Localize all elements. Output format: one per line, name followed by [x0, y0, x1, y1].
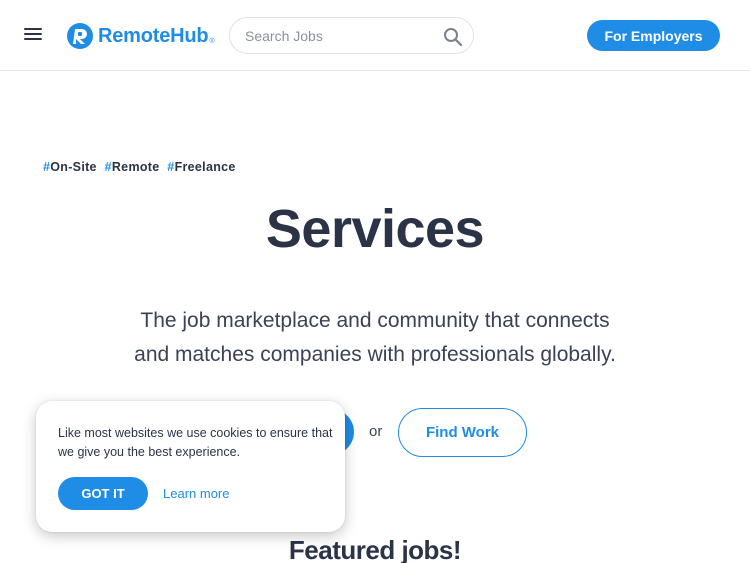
got-it-button[interactable]: GOT IT	[58, 477, 148, 510]
search-icon[interactable]	[443, 27, 463, 47]
cookie-message: Like most websites we use cookies to ens…	[58, 426, 333, 459]
cookie-consent-popup: Like most websites we use cookies to ens…	[36, 401, 345, 532]
hero-subtitle-line: and matches companies with professionals…	[134, 343, 616, 366]
hamburger-menu-icon[interactable]	[22, 25, 46, 45]
featured-jobs-heading: Featured jobs!	[288, 535, 462, 563]
tag-label: Freelance	[174, 160, 236, 174]
job-search-box	[229, 17, 474, 54]
tag-remote[interactable]: #Remote	[105, 160, 160, 174]
top-navigation-bar: RemoteHub ® For Employers	[0, 0, 750, 71]
tag-hash: #	[167, 160, 175, 174]
hero-subtitle: The job marketplace and community that c…	[100, 304, 650, 372]
for-employers-button[interactable]: For Employers	[587, 20, 720, 51]
page-title: Services	[265, 199, 485, 259]
brand-name: RemoteHub	[98, 24, 209, 47]
learn-more-link[interactable]: Learn more	[163, 486, 229, 501]
brand-registered-mark: ®	[209, 37, 215, 45]
search-input[interactable]	[245, 27, 435, 45]
or-separator: or	[369, 423, 383, 440]
hero-subtitle-line: The job marketplace and community that c…	[140, 309, 610, 332]
find-work-button[interactable]: Find Work	[398, 408, 527, 457]
tag-label: On-Site	[50, 160, 97, 174]
tag-freelance[interactable]: #Freelance	[167, 160, 235, 174]
remotehub-logo-icon	[67, 23, 93, 49]
brand-logo[interactable]: RemoteHub ®	[66, 20, 215, 52]
tag-hash: #	[104, 160, 112, 174]
tag-on-site[interactable]: #On-Site	[43, 160, 97, 174]
tag-label: Remote	[111, 160, 160, 174]
hero-tags: #On-Site #Remote #Freelance	[43, 160, 240, 174]
